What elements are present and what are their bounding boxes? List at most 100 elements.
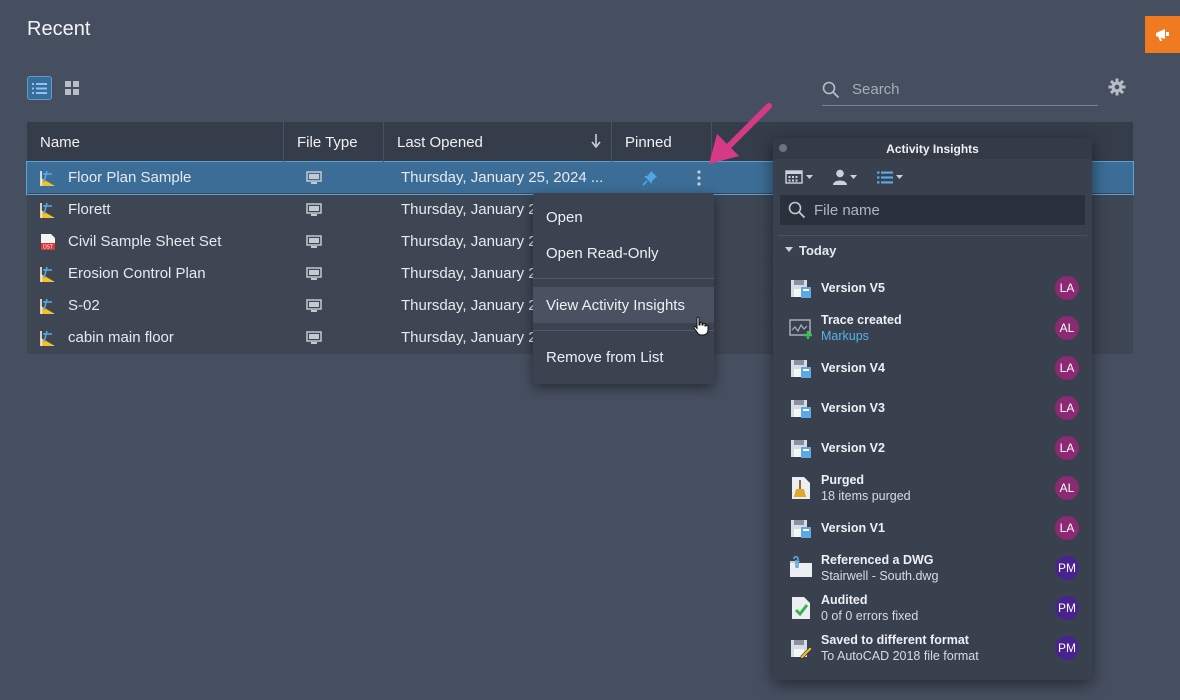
activity-item[interactable]: Audited 0 of 0 errors fixed PM <box>773 588 1092 628</box>
activity-subtitle: 0 of 0 errors fixed <box>821 609 919 623</box>
activity-title: Purged <box>821 473 865 487</box>
dwg-file-icon <box>40 330 55 346</box>
column-label: Name <box>40 133 81 151</box>
chevron-down-icon <box>806 174 813 179</box>
hand-cursor-icon <box>693 316 709 336</box>
activity-item[interactable]: Trace created Markups AL <box>773 308 1092 348</box>
avatar: LA <box>1055 276 1079 300</box>
activity-subtitle: To AutoCAD 2018 file format <box>821 649 979 663</box>
grid-view-button[interactable] <box>59 76 84 100</box>
panel-toolbar <box>773 159 1092 195</box>
file-name-search-input[interactable] <box>814 201 1064 219</box>
list-view-button[interactable] <box>27 76 52 100</box>
list-view-icon <box>32 82 47 94</box>
file-type-cell <box>284 290 384 321</box>
file-name-cell: Florett <box>27 194 284 225</box>
dst-file-icon: DST <box>41 233 55 250</box>
activity-list: Version V5 LA Trace created Markups AL V… <box>773 268 1092 668</box>
pin-icon[interactable] <box>642 170 658 186</box>
file-name: Florett <box>68 201 111 218</box>
purge-icon <box>792 477 810 499</box>
gear-icon[interactable] <box>1108 78 1126 96</box>
dwg-file-icon <box>40 266 55 282</box>
sort-descending-icon[interactable] <box>591 134 601 148</box>
grid-view-icon <box>64 81 79 95</box>
annotation-arrow-icon <box>709 103 772 164</box>
file-type-cell <box>284 194 384 225</box>
avatar: AL <box>1055 316 1079 340</box>
user-filter-button[interactable] <box>833 169 857 185</box>
file-name-cell: DST Civil Sample Sheet Set <box>27 226 284 257</box>
activity-item[interactable]: Version V1 LA <box>773 508 1092 548</box>
avatar: LA <box>1055 396 1079 420</box>
section-toggle-today[interactable]: Today <box>773 242 1092 258</box>
column-label: Last Opened <box>397 133 483 151</box>
column-header-file-type[interactable]: File Type <box>284 122 384 162</box>
file-name: Civil Sample Sheet Set <box>68 233 222 250</box>
desktop-icon <box>306 202 322 216</box>
column-label: File Type <box>297 133 358 151</box>
desktop-icon <box>306 170 322 184</box>
menu-item-open[interactable]: Open <box>533 199 714 235</box>
context-menu: Open Open Read-Only View Activity Insigh… <box>533 193 714 384</box>
search-input[interactable] <box>852 81 1072 98</box>
activity-type-filter-button[interactable] <box>877 171 903 184</box>
activity-title: Referenced a DWG <box>821 553 934 567</box>
menu-item-open-read-only[interactable]: Open Read-Only <box>533 235 714 271</box>
activity-title: Version V1 <box>821 521 885 535</box>
list-filter-icon <box>877 171 893 183</box>
panel-title: Activity Insights <box>886 141 979 156</box>
desktop-icon <box>306 266 322 280</box>
activity-item[interactable]: Saved to different format To AutoCAD 201… <box>773 628 1092 668</box>
dwg-file-icon <box>40 202 55 218</box>
megaphone-icon <box>1155 28 1169 41</box>
more-options-icon[interactable] <box>697 169 701 186</box>
save-version-icon <box>791 280 811 298</box>
column-header-pinned[interactable]: Pinned <box>612 122 712 162</box>
save-version-icon <box>791 440 811 458</box>
dwg-file-icon <box>40 298 55 314</box>
page-title: Recent <box>27 18 91 40</box>
activity-title: Version V3 <box>821 401 885 415</box>
avatar: PM <box>1055 596 1079 620</box>
activity-item[interactable]: Referenced a DWG Stairwell - South.dwg P… <box>773 548 1092 588</box>
activity-item[interactable]: Version V2 LA <box>773 428 1092 468</box>
date-filter-button[interactable] <box>785 170 813 184</box>
file-name-cell: Floor Plan Sample <box>27 162 284 193</box>
file-type-cell <box>284 162 384 193</box>
panel-close-dot[interactable] <box>779 144 787 152</box>
section-label: Today <box>799 242 837 258</box>
audit-icon <box>792 597 810 619</box>
user-icon <box>833 169 847 185</box>
save-version-icon <box>791 520 811 538</box>
activity-item[interactable]: Version V3 LA <box>773 388 1092 428</box>
save-as-icon <box>791 640 813 659</box>
activity-title: Trace created <box>821 313 902 327</box>
avatar: LA <box>1055 356 1079 380</box>
search-icon <box>822 81 840 98</box>
menu-item-remove-from-list[interactable]: Remove from List <box>533 339 714 375</box>
activity-subtitle-link[interactable]: Markups <box>821 328 902 344</box>
save-version-icon <box>791 360 811 378</box>
file-type-cell <box>284 226 384 257</box>
announcement-button[interactable] <box>1145 16 1180 53</box>
activity-item[interactable]: Version V5 LA <box>773 268 1092 308</box>
panel-divider <box>778 235 1087 236</box>
column-header-name[interactable]: Name <box>27 122 284 162</box>
activity-title: Saved to different format <box>821 633 969 647</box>
menu-item-view-activity-insights[interactable]: View Activity Insights <box>533 287 714 323</box>
file-name: S-02 <box>68 297 100 314</box>
activity-title: Audited <box>821 593 868 607</box>
calendar-icon <box>785 170 803 184</box>
file-name-cell: S-02 <box>27 290 284 321</box>
dwg-file-icon <box>40 170 55 186</box>
file-type-cell <box>284 322 384 353</box>
column-header-last-opened[interactable]: Last Opened <box>384 122 612 162</box>
activity-subtitle: 18 items purged <box>821 489 911 503</box>
save-version-icon <box>791 400 811 418</box>
chevron-down-icon <box>896 174 903 179</box>
activity-item[interactable]: Version V4 LA <box>773 348 1092 388</box>
activity-item[interactable]: Purged 18 items purged AL <box>773 468 1092 508</box>
desktop-icon <box>306 298 322 312</box>
caret-down-icon <box>785 247 793 252</box>
